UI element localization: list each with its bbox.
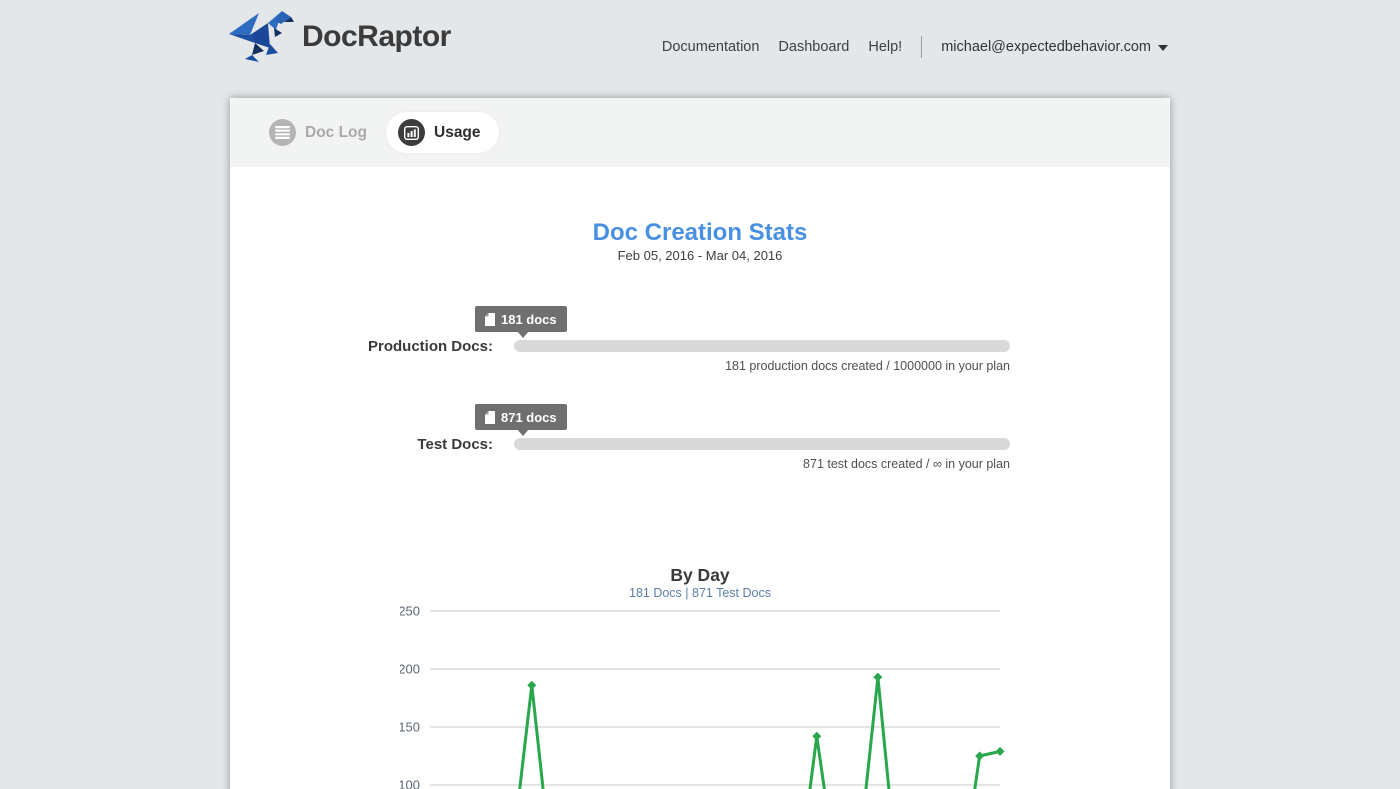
docraptor-logo-icon <box>228 10 294 64</box>
test-docs-progress-bar <box>514 438 1010 450</box>
doc-icon <box>485 411 495 424</box>
test-docs-badge: 871 docs <box>475 404 567 430</box>
test-docs-badge-label: 871 docs <box>501 410 557 425</box>
by-day-chart-container: 250 200 150 100 <box>400 598 1020 789</box>
page-title: Doc Creation Stats <box>230 219 1170 247</box>
test-docs-label: Test Docs: <box>417 436 493 453</box>
list-icon <box>269 119 296 146</box>
nav-dashboard[interactable]: Dashboard <box>778 39 849 55</box>
test-badge-pointer <box>517 429 529 436</box>
by-day-chart: 250 200 150 100 <box>400 598 1020 789</box>
tab-usage-label: Usage <box>434 124 481 142</box>
nav-separator <box>921 36 922 58</box>
brand[interactable]: DocRaptor <box>228 10 451 64</box>
tab-usage[interactable]: Usage <box>386 112 499 153</box>
chart-title: By Day <box>230 565 1170 586</box>
content-panel: Doc Log Usage Doc Creation Stats Feb 05,… <box>230 98 1170 789</box>
test-docs-caption: 871 test docs created / ∞ in your plan <box>803 457 1010 471</box>
page: DocRaptor Documentation Dashboard Help! … <box>0 0 1400 789</box>
svg-text:200: 200 <box>400 662 420 677</box>
tab-bar: Doc Log Usage <box>230 98 1170 167</box>
top-nav: Documentation Dashboard Help! michael@ex… <box>662 36 1168 58</box>
header: DocRaptor Documentation Dashboard Help! … <box>0 0 1400 98</box>
date-range: Feb 05, 2016 - Mar 04, 2016 <box>230 248 1170 263</box>
nav-help[interactable]: Help! <box>868 39 902 55</box>
tab-doc-log-label: Doc Log <box>305 124 367 142</box>
svg-text:100: 100 <box>400 778 420 789</box>
production-docs-caption: 181 production docs created / 1000000 in… <box>725 359 1010 373</box>
account-email: michael@expectedbehavior.com <box>941 39 1151 55</box>
production-badge-pointer <box>517 331 529 338</box>
tab-doc-log[interactable]: Doc Log <box>269 119 367 146</box>
nav-documentation[interactable]: Documentation <box>662 39 760 55</box>
brand-name: DocRaptor <box>302 20 451 54</box>
production-docs-label: Production Docs: <box>368 338 493 355</box>
doc-icon <box>485 313 495 326</box>
production-docs-progress-bar <box>514 340 1010 352</box>
account-menu[interactable]: michael@expectedbehavior.com <box>941 39 1168 55</box>
svg-text:150: 150 <box>400 720 420 735</box>
svg-text:250: 250 <box>400 604 420 619</box>
production-docs-badge: 181 docs <box>475 306 567 332</box>
bar-chart-icon <box>398 119 425 146</box>
production-docs-badge-label: 181 docs <box>501 312 557 327</box>
caret-down-icon <box>1158 45 1168 51</box>
